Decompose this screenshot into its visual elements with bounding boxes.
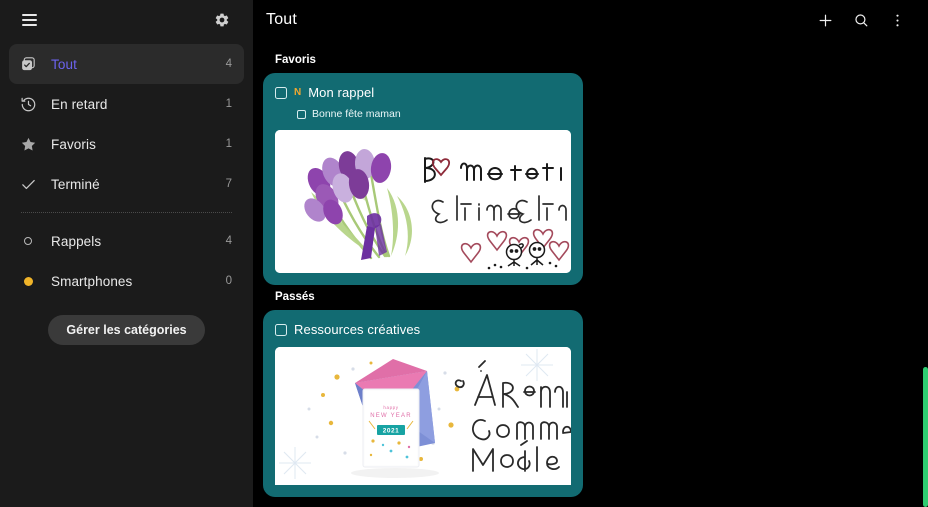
main-content: Tout Favoris N Mon rappel Bonne fête mam…: [253, 0, 928, 507]
subtask-row[interactable]: Bonne fête maman: [297, 108, 571, 120]
history-clock-icon: [17, 93, 39, 115]
header-actions: [812, 7, 918, 33]
sidebar-item-label: En retard: [51, 96, 108, 112]
subtask-label: Bonne fête maman: [312, 108, 401, 120]
sidebar-item-count: 4: [225, 58, 232, 70]
more-vertical-icon[interactable]: [884, 7, 910, 33]
svg-text:2021: 2021: [383, 428, 399, 435]
sidebar-item-count: 1: [225, 138, 232, 150]
task-checkbox[interactable]: [275, 323, 287, 336]
card-title: Mon rappel: [308, 85, 375, 100]
checkbox-stack-icon: [17, 53, 39, 75]
sidebar-item-label: Smartphones: [51, 273, 133, 289]
sidebar-item-termine[interactable]: Terminé 7: [9, 164, 244, 204]
manage-categories-button[interactable]: Gérer les catégories: [48, 315, 205, 345]
sidebar-item-count: 7: [225, 178, 232, 190]
plus-icon[interactable]: [812, 7, 838, 33]
reminder-list: Favoris N Mon rappel Bonne fête maman Pa…: [253, 40, 928, 497]
subtask-checkbox[interactable]: [297, 109, 306, 119]
sidebar-item-count: 4: [225, 235, 232, 247]
new-badge: N: [294, 86, 302, 98]
gear-icon[interactable]: [209, 7, 235, 33]
sidebar-divider: [21, 212, 232, 213]
circle-filled-icon: [17, 270, 39, 292]
card-header: Ressources créatives: [275, 322, 571, 337]
card-header: N Mon rappel: [275, 85, 571, 100]
sidebar-toolbar: [0, 0, 253, 40]
check-icon: [17, 173, 39, 195]
sidebar-item-count: 0: [225, 275, 232, 287]
sidebar: Tout 4 En retard 1 Favoris 1 Terminé 7 R…: [0, 0, 253, 507]
sidebar-nav-list: Tout 4 En retard 1 Favoris 1 Terminé 7 R…: [0, 40, 253, 345]
sidebar-item-count: 1: [225, 98, 232, 110]
manage-categories-wrap: Gérer les catégories: [9, 315, 244, 345]
card-title: Ressources créatives: [294, 322, 421, 337]
section-header-passes: Passés: [275, 291, 315, 303]
sidebar-item-label: Terminé: [51, 176, 100, 192]
star-icon: [17, 133, 39, 155]
task-checkbox[interactable]: [275, 86, 287, 99]
svg-text:NEW YEAR: NEW YEAR: [370, 413, 412, 419]
sidebar-item-en-retard[interactable]: En retard 1: [9, 84, 244, 124]
circle-outline-icon: [17, 230, 39, 252]
svg-text:happy: happy: [383, 405, 398, 410]
card-thumbnail-image[interactable]: happy NEW YEAR 2021: [275, 347, 571, 485]
sidebar-item-favoris[interactable]: Favoris 1: [9, 124, 244, 164]
sidebar-item-label: Favoris: [51, 136, 96, 152]
sidebar-item-rappels[interactable]: Rappels 4: [9, 221, 244, 261]
sidebar-item-smartphones[interactable]: Smartphones 0: [9, 261, 244, 301]
main-toolbar: Tout: [253, 0, 928, 40]
reminder-card-mon-rappel[interactable]: N Mon rappel Bonne fête maman: [263, 73, 583, 285]
app-root: Tout 4 En retard 1 Favoris 1 Terminé 7 R…: [0, 0, 928, 507]
sidebar-item-label: Tout: [51, 56, 77, 72]
page-title: Tout: [266, 11, 298, 28]
vertical-scrollbar[interactable]: [923, 367, 928, 507]
hamburger-icon[interactable]: [16, 7, 42, 33]
reminder-card-ressources-creatives[interactable]: Ressources créatives happy NEW YEAR 2021: [263, 310, 583, 497]
section-header-favoris: Favoris: [275, 54, 316, 66]
search-icon[interactable]: [848, 7, 874, 33]
sidebar-item-tout[interactable]: Tout 4: [9, 44, 244, 84]
sidebar-item-label: Rappels: [51, 233, 102, 249]
card-thumbnail-image[interactable]: [275, 130, 571, 273]
